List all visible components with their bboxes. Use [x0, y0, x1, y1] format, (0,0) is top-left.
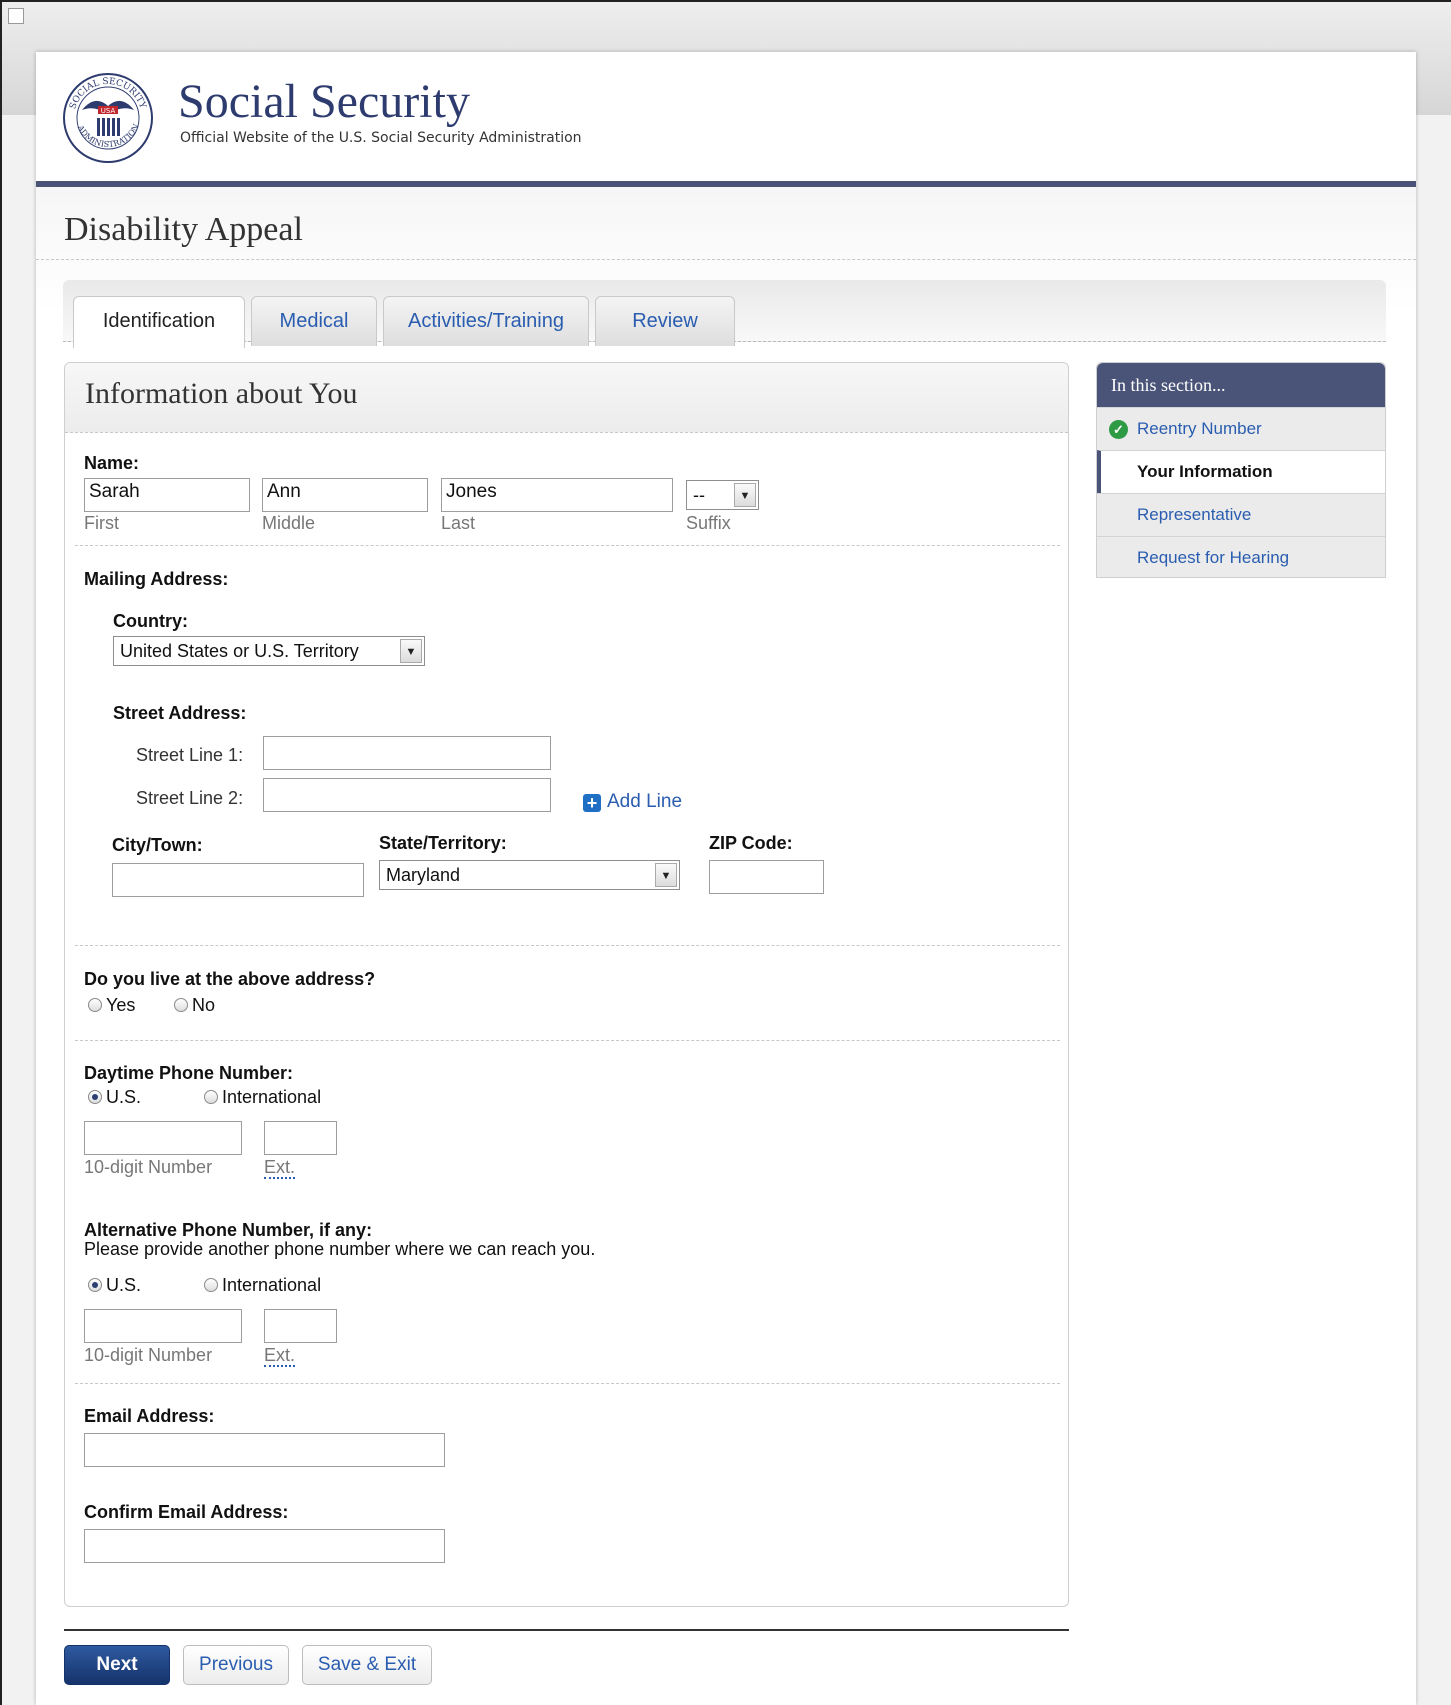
section-divider	[75, 545, 1060, 546]
sidebar-item-label: Representative	[1137, 505, 1252, 524]
daytime-ext-hint[interactable]: Ext.	[264, 1157, 296, 1179]
ext-abbr: Ext.	[264, 1345, 296, 1367]
alternative-phone-note: Please provide another phone number wher…	[84, 1239, 596, 1259]
first-name-input[interactable]: Sarah	[84, 478, 250, 512]
add-line-label: Add Line	[607, 791, 683, 812]
first-name-hint: First	[84, 513, 119, 533]
sidebar-item-your-information[interactable]: Your Information	[1097, 450, 1385, 493]
sidebar-item-representative[interactable]: Representative	[1097, 493, 1385, 536]
alt-number-hint: 10-digit Number	[84, 1345, 213, 1365]
sidebar-item-reentry-number[interactable]: ✓ Reentry Number	[1097, 407, 1385, 450]
suffix-select[interactable]: -- ▼	[686, 480, 759, 510]
daytime-us-label: U.S.	[106, 1087, 142, 1107]
email-label: Email Address:	[84, 1406, 215, 1426]
sidebar-item-label: Your Information	[1137, 462, 1273, 481]
page-container: USA SOCIAL SECURITY ADMINISTRATION Socia…	[36, 52, 1416, 1705]
sidebar-item-label: Reentry Number	[1137, 419, 1262, 438]
live-no-label: No	[192, 995, 216, 1015]
ext-abbr: Ext.	[264, 1157, 296, 1179]
daytime-number-hint: 10-digit Number	[84, 1157, 213, 1177]
page-title: Disability Appeal	[64, 211, 303, 248]
sidebar-item-label: Request for Hearing	[1137, 548, 1290, 567]
chevron-down-icon[interactable]: ▼	[400, 639, 422, 663]
city-input[interactable]	[112, 863, 364, 897]
alt-number-input[interactable]	[84, 1309, 242, 1343]
state-value: Maryland	[386, 865, 461, 885]
section-divider	[75, 1383, 1060, 1384]
tab-activities-training[interactable]: Activities/Training	[383, 296, 589, 346]
chevron-down-icon[interactable]: ▼	[734, 483, 756, 507]
sidebar-title: In this section...	[1097, 363, 1385, 407]
zip-label: ZIP Code:	[709, 833, 793, 853]
street-line-1-input[interactable]	[263, 736, 551, 770]
middle-name-hint: Middle	[262, 513, 316, 533]
alt-us-radio[interactable]	[88, 1278, 102, 1292]
street-line-1-label: Street Line 1:	[136, 745, 244, 765]
email-input[interactable]	[84, 1433, 445, 1467]
daytime-phone-label: Daytime Phone Number:	[84, 1063, 294, 1083]
tab-medical[interactable]: Medical	[251, 296, 377, 346]
plus-icon: +	[583, 794, 601, 812]
section-sidebar: In this section... ✓ Reentry Number Your…	[1096, 362, 1386, 578]
check-circle-icon: ✓	[1109, 420, 1128, 439]
country-value: United States or U.S. Territory	[120, 641, 359, 661]
last-name-hint: Last	[441, 513, 476, 533]
country-label: Country:	[113, 611, 188, 631]
live-yes-label: Yes	[106, 995, 136, 1015]
information-panel: Information about You Name: Sarah First …	[64, 362, 1069, 1607]
alt-international-radio[interactable]	[204, 1278, 218, 1292]
next-button[interactable]: Next	[64, 1645, 170, 1685]
live-no-radio[interactable]	[174, 998, 188, 1012]
ssa-seal-logo[interactable]: USA SOCIAL SECURITY ADMINISTRATION	[62, 72, 154, 164]
name-label: Name:	[84, 453, 140, 473]
save-exit-button[interactable]: Save & Exit	[302, 1645, 432, 1685]
previous-button[interactable]: Previous	[183, 1645, 289, 1685]
city-label: City/Town:	[112, 835, 203, 855]
panel-title: Information about You	[85, 377, 358, 410]
daytime-number-input[interactable]	[84, 1121, 242, 1155]
middle-name-input[interactable]: Ann	[262, 478, 428, 512]
title-divider	[36, 259, 1416, 260]
chevron-down-icon[interactable]: ▼	[655, 863, 677, 887]
site-title[interactable]: Social Security	[178, 74, 470, 129]
daytime-international-radio[interactable]	[204, 1090, 218, 1104]
seal-usa-text: USA	[101, 107, 116, 115]
mailing-address-label: Mailing Address:	[84, 569, 229, 589]
alt-international-label: International	[222, 1275, 322, 1295]
alt-ext-input[interactable]	[264, 1309, 337, 1343]
state-select[interactable]: Maryland ▼	[379, 860, 680, 890]
site-header: USA SOCIAL SECURITY ADMINISTRATION Socia…	[36, 52, 1416, 182]
daytime-ext-input[interactable]	[264, 1121, 337, 1155]
section-divider	[75, 1040, 1060, 1041]
street-line-2-input[interactable]	[263, 778, 551, 812]
street-line-2-label: Street Line 2:	[136, 788, 244, 808]
suffix-hint: Suffix	[686, 513, 731, 533]
site-subtitle: Official Website of the U.S. Social Secu…	[180, 130, 582, 146]
alt-us-label: U.S.	[106, 1275, 142, 1295]
confirm-email-input[interactable]	[84, 1529, 445, 1563]
alt-ext-hint[interactable]: Ext.	[264, 1345, 296, 1367]
country-select[interactable]: United States or U.S. Territory ▼	[113, 636, 425, 666]
daytime-international-label: International	[222, 1087, 322, 1107]
sidebar-item-request-for-hearing[interactable]: Request for Hearing	[1097, 536, 1385, 579]
street-address-label: Street Address:	[113, 703, 247, 723]
live-yes-radio[interactable]	[88, 998, 102, 1012]
tab-review[interactable]: Review	[595, 296, 735, 346]
add-line-link[interactable]: + Add Line	[583, 791, 682, 813]
live-at-address-question: Do you live at the above address?	[84, 969, 376, 989]
suffix-value: --	[693, 485, 705, 505]
confirm-email-label: Confirm Email Address:	[84, 1502, 289, 1522]
daytime-us-radio[interactable]	[88, 1090, 102, 1104]
tab-identification[interactable]: Identification	[73, 296, 245, 348]
last-name-input[interactable]: Jones	[441, 478, 673, 512]
alternative-phone-label: Alternative Phone Number, if any:	[84, 1220, 373, 1240]
section-divider	[75, 945, 1060, 946]
window-checkbox-icon[interactable]	[8, 8, 24, 24]
state-label: State/Territory:	[379, 833, 507, 853]
footer-divider	[64, 1629, 1069, 1631]
zip-input[interactable]	[709, 860, 824, 894]
